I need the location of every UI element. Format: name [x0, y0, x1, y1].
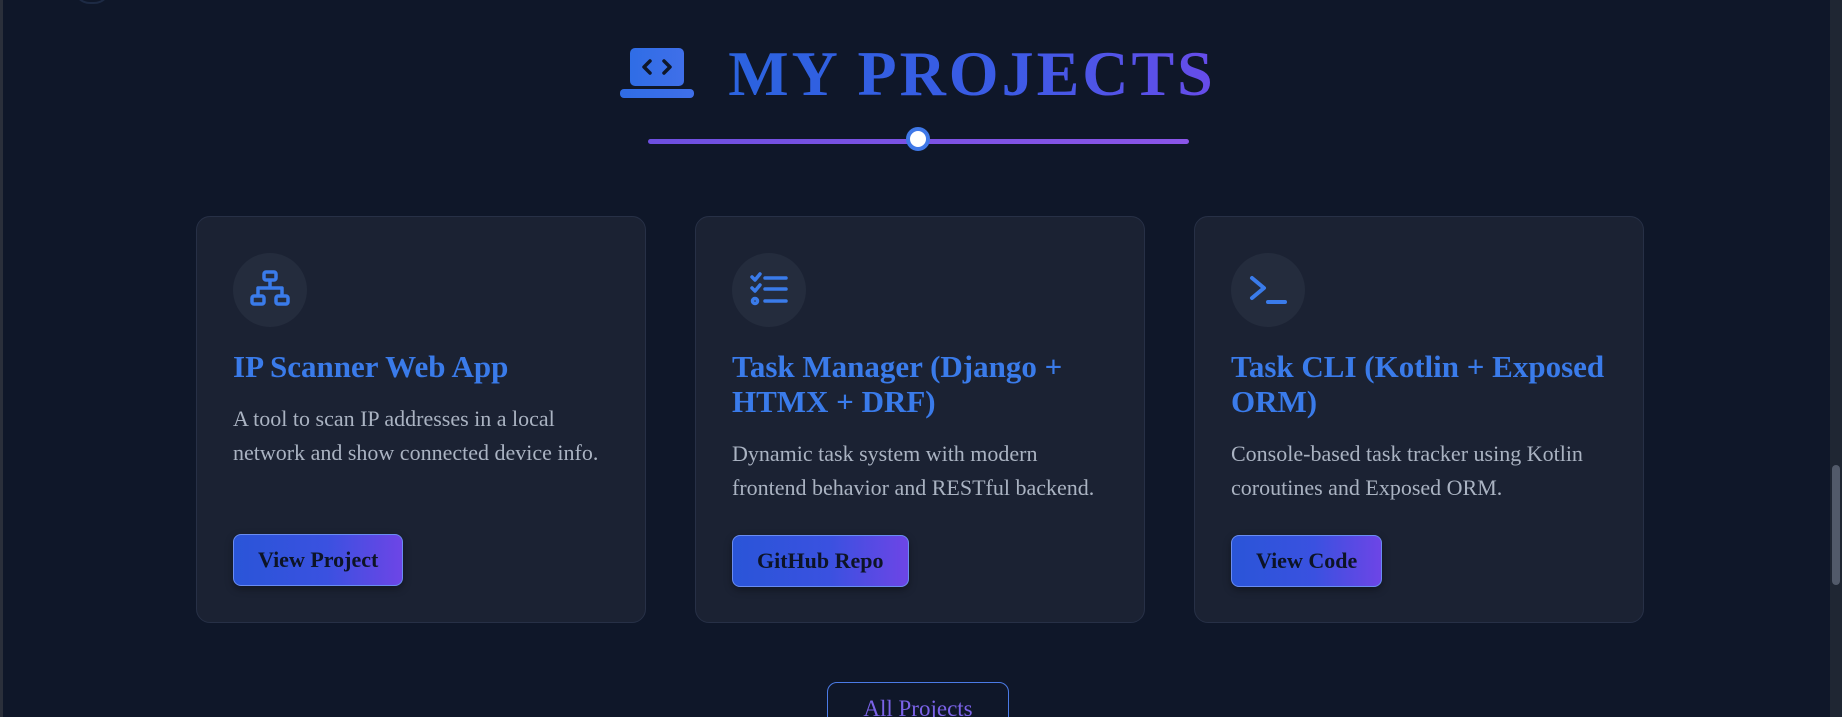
laptop-code-icon [620, 48, 695, 98]
project-icon-wrapper [233, 253, 307, 327]
project-description: A tool to scan IP addresses in a local n… [233, 406, 599, 465]
terminal-icon [1250, 276, 1287, 304]
page-title: MY PROJECTS [728, 42, 1228, 106]
project-title: IP Scanner Web App [233, 349, 509, 384]
partial-icon [73, 0, 111, 4]
project-cards: IP Scanner Web App A tool to scan IP add… [196, 216, 1644, 623]
projects-section: MY PROJECTS IP Scanner Web App A tool to… [0, 0, 1842, 717]
divider-dot [906, 127, 930, 151]
task-list-icon [750, 272, 788, 306]
network-icon [250, 270, 290, 306]
project-title: Task CLI (Kotlin + Exposed ORM) [1231, 349, 1605, 419]
project-card-task-cli: Task CLI (Kotlin + Exposed ORM) Console-… [1194, 216, 1644, 623]
view-code-button[interactable]: View Code [1231, 535, 1383, 587]
project-title: Task Manager (Django + HTMX + DRF) [732, 349, 1063, 419]
project-description: Dynamic task system with modern frontend… [732, 441, 1095, 500]
project-card-ip-scanner: IP Scanner Web App A tool to scan IP add… [196, 216, 646, 623]
scrollbar[interactable] [1830, 0, 1842, 717]
project-icon-wrapper [732, 253, 806, 327]
project-icon-wrapper [1231, 253, 1305, 327]
view-project-button[interactable]: View Project [233, 534, 404, 586]
project-description: Console-based task tracker using Kotlin … [1231, 441, 1583, 500]
github-repo-button[interactable]: GitHub Repo [732, 535, 909, 587]
all-projects-button[interactable]: All Projects [827, 682, 1009, 717]
scrollbar-thumb[interactable] [1832, 465, 1840, 585]
section-heading: MY PROJECTS [3, 42, 1842, 106]
project-card-task-manager: Task Manager (Django + HTMX + DRF) Dynam… [695, 216, 1145, 623]
